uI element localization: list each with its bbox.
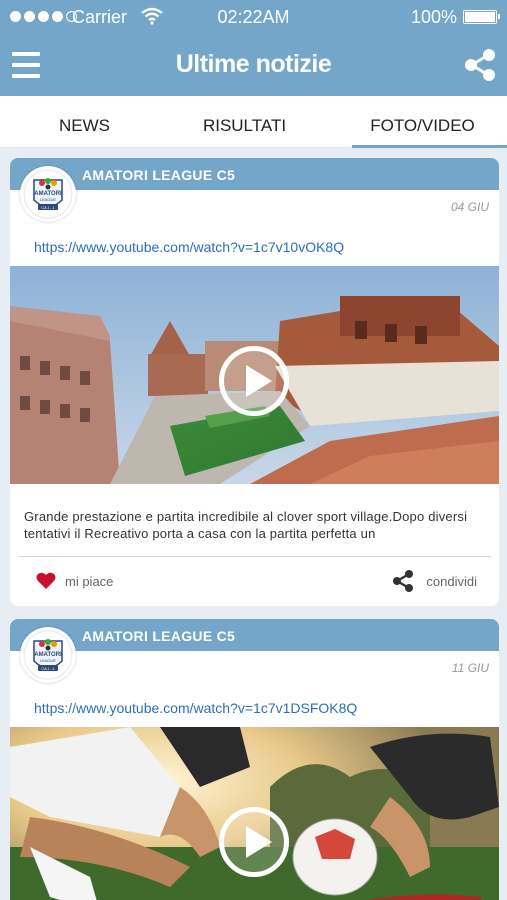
post-league: AMATORI LEAGUE C5 [10,619,499,651]
svg-text:LEAGUE: LEAGUE [40,658,57,663]
play-button[interactable] [219,807,289,877]
tab-bar: NEWS RISULTATI FOTO/VIDEO [0,96,507,148]
league-logo: AMATORI LEAGUE CA.I - 1 [20,166,76,222]
share-label: condividi [426,573,477,589]
like-label: mi piace [65,573,114,589]
post-card: AMATORI LEAGUE C5 AMATORI LEAGUE CA.I - … [10,619,499,900]
battery-percentage: 100% [410,7,457,27]
share-button[interactable]: condividi [392,570,477,592]
heart-icon [36,572,56,589]
video-thumbnail[interactable] [10,266,499,484]
battery-icon [463,10,500,24]
nav-bar: Ultime notizie [0,34,507,96]
post-date: 04 GIU [450,200,489,214]
league-logo: AMATORI LEAGUE CA.I - 1 [20,627,76,683]
video-link[interactable]: https://www.youtube.com/watch?v=1c7v10vO… [34,239,344,255]
status-bar: Carrier 02:22AM 100% [0,0,507,34]
svg-text:LEAGUE: LEAGUE [40,197,57,202]
page-title: Ultime notizie [175,50,332,78]
play-button[interactable] [219,346,289,416]
post-league: AMATORI LEAGUE C5 [10,158,499,190]
share-icon[interactable] [463,48,497,87]
svg-text:CA.I - 1: CA.I - 1 [41,205,55,210]
post-date: 11 GIU [451,661,489,675]
tab-risultati[interactable]: RISULTATI [160,96,329,148]
like-button[interactable]: mi piace [36,572,113,590]
post-card: AMATORI LEAGUE C5 AMATORI LEAGUE CA.I - … [10,158,499,606]
video-thumbnail[interactable] [10,727,499,900]
svg-text:CA.I - 1: CA.I - 1 [41,666,55,671]
share-icon [393,570,414,592]
divider [18,556,491,557]
post-description: Grande prestazione e partita incredibile… [24,509,468,541]
video-link[interactable]: https://www.youtube.com/watch?v=1c7v1DSF… [34,700,357,716]
tab-news[interactable]: NEWS [0,96,169,148]
tab-foto-video[interactable]: FOTO/VIDEO [338,96,507,148]
